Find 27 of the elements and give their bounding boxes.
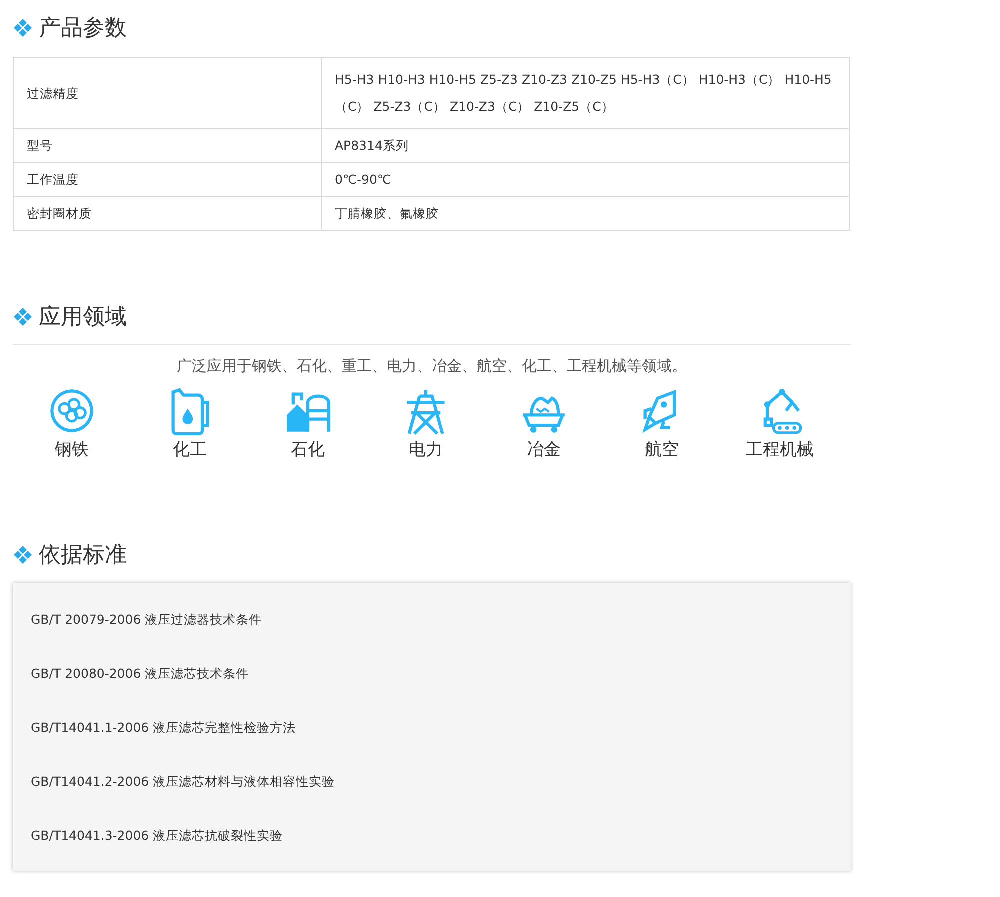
field-label: 石化: [291, 439, 325, 461]
field-label: 化工: [173, 439, 207, 461]
field-label: 工程机械: [746, 439, 814, 461]
parameter-label: 过滤精度: [14, 58, 322, 128]
field-label: 电力: [409, 439, 443, 461]
parameter-value: 0℃-90℃: [322, 162, 850, 196]
section-title: 依据标准: [39, 542, 127, 570]
parameter-label: 密封圈材质: [14, 196, 322, 230]
intro-text: 广泛应用于钢铁、石化、重工、电力、冶金、航空、化工、工程机械等领域。: [176, 357, 688, 376]
section-title: 产品参数: [39, 15, 127, 43]
parameter-label: 型号: [14, 128, 322, 162]
diamond-icon: [13, 545, 33, 565]
parameter-value: H5-H3 H10-H3 H10-H5 Z5-Z3 Z10-Z3 Z10-Z5 H5-H3（C） H10-H3（C） H10-H5（C） Z5-Z3（C） Z10-Z3（C） Z10-Z5（C）: [322, 58, 850, 128]
standard-text: GB/T14041.3-2006 液压滤芯抗破裂性实验: [31, 828, 284, 844]
diamond-icon: [13, 307, 33, 327]
standard-text: GB/T14041.2-2006 液压滤芯材料与液体相容性实验: [31, 774, 336, 790]
parameter-value: 丁腈橡胶、氟橡胶: [322, 196, 850, 230]
standard-text: GB/T 20080-2006 液压滤芯技术条件: [31, 666, 250, 682]
parameter-label: 工作温度: [14, 162, 322, 196]
diamond-icon: [13, 18, 33, 38]
field-label: 钢铁: [55, 439, 89, 461]
section-title: 应用领域: [39, 304, 127, 332]
field-label: 冶金: [527, 439, 561, 461]
standard-text: GB/T 20079-2006 液压过滤器技术条件: [31, 612, 262, 628]
field-label: 航空: [645, 439, 679, 461]
parameter-value: AP8314系列: [322, 128, 850, 162]
standard-text: GB/T14041.1-2006 液压滤芯完整性检验方法: [31, 720, 296, 736]
